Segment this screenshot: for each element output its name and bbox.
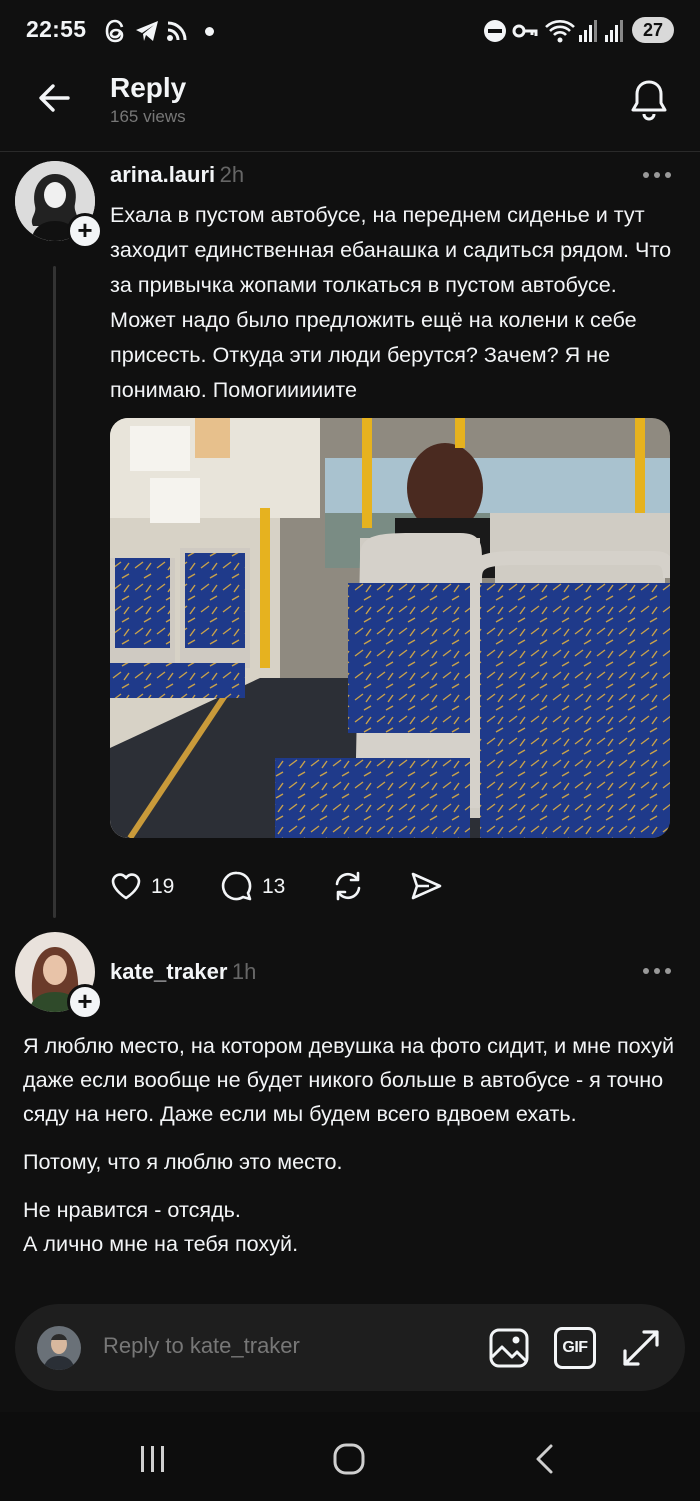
view-count: 165 views xyxy=(110,107,186,126)
telegram-icon xyxy=(136,21,158,41)
reply-paragraph: Потому, что я люблю это место. xyxy=(23,1149,343,1174)
reply-text: Я люблю место, на котором девушка на фот… xyxy=(23,1029,683,1261)
reply-time: 1h xyxy=(231,959,257,984)
avatar xyxy=(37,1326,81,1370)
bell-icon[interactable] xyxy=(628,78,670,122)
status-time: 22:55 xyxy=(26,16,87,42)
recent-apps-icon[interactable] xyxy=(138,1444,168,1474)
back-arrow-icon[interactable] xyxy=(36,80,72,116)
follow-plus-button[interactable]: + xyxy=(67,984,103,1020)
do-not-disturb-icon xyxy=(484,20,506,42)
image-attach-icon[interactable] xyxy=(488,1327,530,1369)
bus-seats-illustration xyxy=(110,418,670,838)
signal-icon xyxy=(605,20,623,42)
cast-icon xyxy=(167,21,187,41)
vpn-key-icon xyxy=(512,24,538,38)
reply-username[interactable]: kate_traker xyxy=(110,959,227,984)
page-title: Reply xyxy=(110,72,187,103)
like-count: 19 xyxy=(151,875,175,898)
wifi-icon xyxy=(545,20,575,43)
post-username[interactable]: arina.lauri xyxy=(110,162,215,187)
signal-icon xyxy=(579,20,597,42)
post-author-line: arina.lauri 2h xyxy=(110,162,244,188)
threads-icon xyxy=(105,19,124,43)
post-time: 2h xyxy=(219,162,245,187)
heart-icon[interactable] xyxy=(110,870,142,902)
avatar-photo xyxy=(37,1326,81,1370)
gif-button[interactable]: GIF xyxy=(554,1327,596,1369)
repost-icon[interactable] xyxy=(331,870,365,902)
post-text: Ехала в пустом автобусе, на переднем сид… xyxy=(110,202,672,402)
battery-indicator: 27 xyxy=(632,17,674,43)
header-divider xyxy=(0,151,700,152)
comment-count: 13 xyxy=(262,875,286,898)
reply-paragraph: Я люблю место, на котором девушка на фот… xyxy=(23,1033,675,1126)
more-options-icon[interactable] xyxy=(642,966,672,976)
reply-paragraph: Не нравится - отсядь. А лично мне на теб… xyxy=(23,1197,299,1256)
follow-plus-button[interactable]: + xyxy=(67,213,103,249)
reply-input[interactable]: Reply to kate_traker xyxy=(103,1333,300,1359)
thread-line xyxy=(53,266,56,918)
dot-icon xyxy=(205,27,214,36)
more-options-icon[interactable] xyxy=(642,170,672,180)
expand-icon[interactable] xyxy=(620,1327,662,1369)
comment-icon[interactable] xyxy=(221,870,253,902)
share-send-icon[interactable] xyxy=(410,870,442,902)
bus-seats-photo[interactable] xyxy=(110,418,670,838)
home-icon[interactable] xyxy=(332,1442,366,1476)
back-nav-icon[interactable] xyxy=(532,1443,558,1475)
reply-author-line: kate_traker 1h xyxy=(110,959,256,985)
